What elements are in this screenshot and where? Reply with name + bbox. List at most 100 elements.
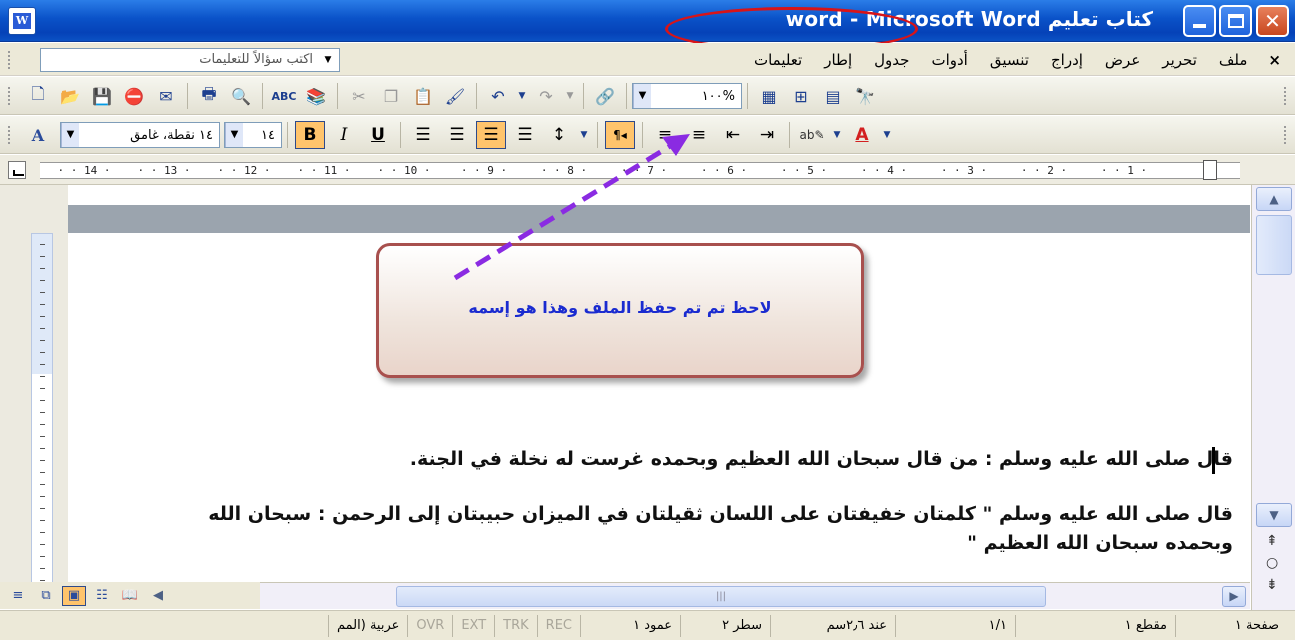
scroll-down-button[interactable]: ▼ (1256, 503, 1292, 527)
previous-page-icon[interactable]: ⇞ (1266, 533, 1278, 549)
chevron-down-icon[interactable]: ▼ (882, 122, 892, 148)
close-button[interactable]: ✕ (1256, 5, 1289, 37)
rtl-direction-icon[interactable]: ¶◂ (605, 121, 635, 149)
menu-tools[interactable]: أدوات (920, 51, 978, 69)
document-paragraph[interactable]: قال صلى الله عليه وسلم : من قال سبحان ال… (83, 445, 1233, 474)
justify-icon[interactable]: ☰ (510, 121, 540, 149)
vertical-scrollbar[interactable]: ▲ ▼ ⇞ ○ ⇟ (1251, 185, 1295, 610)
bullets-icon[interactable]: ≡ (684, 121, 714, 149)
redo-icon[interactable]: ↷ (533, 83, 559, 109)
status-trk[interactable]: TRK (494, 614, 537, 637)
menubar-grip[interactable] (8, 51, 11, 69)
new-document-icon[interactable]: 🗋 (25, 83, 51, 109)
highlight-icon[interactable]: ab✎ (797, 121, 827, 149)
chevron-down-icon[interactable]: ▼ (633, 84, 651, 108)
scroll-left-icon[interactable]: ◀ (146, 586, 170, 606)
next-page-icon[interactable]: ⇟ (1266, 577, 1278, 593)
open-folder-icon[interactable]: 📂 (57, 83, 83, 109)
find-icon[interactable]: 🔭 (852, 83, 878, 109)
print-icon[interactable]: 🖶 (196, 83, 222, 109)
toolbar-grip[interactable] (8, 87, 11, 105)
paste-icon[interactable]: 📋 (410, 83, 436, 109)
chevron-down-icon[interactable]: ▼ (321, 53, 335, 67)
menu-file[interactable]: ملف (1208, 51, 1259, 69)
style-combo[interactable]: ▼ ١٤ نقطة، غامق (60, 122, 220, 148)
minimize-button[interactable] (1183, 5, 1216, 37)
menu-frame[interactable]: إطار (813, 51, 863, 69)
align-left-icon[interactable]: ☰ (408, 121, 438, 149)
chevron-down-icon[interactable]: ▼ (579, 122, 589, 148)
outline-view-icon[interactable]: ☷ (90, 586, 114, 606)
close-document-button[interactable]: × (1262, 51, 1287, 69)
normal-view-icon[interactable]: ≡ (6, 586, 30, 606)
toolbar-options-grip[interactable] (1284, 126, 1287, 144)
undo-icon[interactable]: ↶ (485, 83, 511, 109)
toolbar-grip[interactable] (8, 126, 11, 144)
menu-format[interactable]: تنسيق (979, 51, 1040, 69)
research-icon[interactable]: 📚 (303, 83, 329, 109)
menu-insert[interactable]: إدراج (1040, 51, 1094, 69)
save-icon[interactable]: 💾 (89, 83, 115, 109)
menu-table[interactable]: جدول (863, 51, 920, 69)
chevron-down-icon[interactable]: ▼ (517, 83, 527, 109)
chevron-down-icon[interactable]: ▼ (61, 123, 79, 147)
menu-edit[interactable]: تحرير (1151, 51, 1208, 69)
permission-icon[interactable]: ⛔ (121, 83, 147, 109)
decrease-indent-icon[interactable]: ⇤ (718, 121, 748, 149)
status-ext[interactable]: EXT (452, 614, 494, 637)
help-question-box[interactable]: اكتب سؤالاً للتعليمات ▼ (40, 48, 340, 72)
hyperlink-icon[interactable]: 🔗 (592, 83, 618, 109)
status-language[interactable]: عربية (المم (328, 614, 407, 637)
styles-icon[interactable]: A (25, 122, 51, 148)
underline-button[interactable]: U (363, 121, 393, 149)
format-painter-icon[interactable]: 🖌 (442, 83, 468, 109)
toolbar-separator (642, 122, 643, 148)
menu-view[interactable]: عرض (1094, 51, 1151, 69)
vertical-ruler-tick (40, 244, 45, 245)
insert-excel-icon[interactable]: ▤ (820, 83, 846, 109)
web-layout-icon[interactable]: ⧉ (34, 586, 58, 606)
maximize-button[interactable] (1219, 5, 1252, 37)
numbering-icon[interactable]: ≡ (650, 121, 680, 149)
menu-help[interactable]: تعليمات (743, 51, 813, 69)
horizontal-scroll-thumb[interactable]: ||| (396, 586, 1046, 607)
line-spacing-icon[interactable]: ↕ (544, 121, 574, 149)
reading-layout-icon[interactable]: 📖 (118, 586, 142, 606)
chevron-down-icon[interactable]: ▼ (832, 122, 842, 148)
scroll-up-button[interactable]: ▲ (1256, 187, 1292, 211)
horizontal-scrollbar[interactable]: ||| ▶ (260, 582, 1250, 609)
status-ovr[interactable]: OVR (407, 614, 452, 637)
text-cursor (1212, 447, 1215, 474)
bold-button[interactable]: B (295, 121, 325, 149)
browse-object-icon[interactable]: ○ (1266, 555, 1278, 571)
copy-icon[interactable]: ❐ (378, 83, 404, 109)
toolbar-separator (583, 83, 584, 109)
ruler-tick-label: · · 5 · (780, 164, 828, 177)
email-icon[interactable]: ✉ (153, 83, 179, 109)
cut-icon[interactable]: ✂ (346, 83, 372, 109)
font-size-combo[interactable]: ▼ ١٤ (224, 122, 282, 148)
tab-selector-icon[interactable] (8, 161, 26, 179)
print-preview-icon[interactable]: 🔍 (228, 83, 254, 109)
ruler-tick-label: · · 10 · (377, 164, 431, 177)
font-color-icon[interactable]: A (847, 121, 877, 149)
vertical-ruler-tick (40, 388, 45, 389)
document-paragraph[interactable]: قال صلى الله عليه وسلم " كلمتان خفيفتان … (153, 500, 1233, 558)
indent-marker[interactable] (1203, 160, 1217, 180)
align-center-icon[interactable]: ☰ (442, 121, 472, 149)
increase-indent-icon[interactable]: ⇥ (752, 121, 782, 149)
italic-button[interactable]: I (329, 121, 359, 149)
align-right-icon[interactable]: ☰ (476, 121, 506, 149)
chevron-down-icon[interactable]: ▼ (565, 83, 575, 109)
insert-table-icon[interactable]: ⊞ (788, 83, 814, 109)
zoom-combo[interactable]: ▼ %١٠٠ (632, 83, 742, 109)
chevron-down-icon[interactable]: ▼ (225, 123, 243, 147)
scroll-right-button[interactable]: ▶ (1222, 586, 1246, 607)
vertical-scroll-thumb[interactable] (1256, 215, 1292, 275)
toolbar-options-grip[interactable] (1284, 87, 1287, 105)
print-layout-icon[interactable]: ▣ (62, 585, 86, 606)
status-rec[interactable]: REC (536, 614, 580, 637)
tables-borders-icon[interactable]: ▦ (756, 83, 782, 109)
word-app-icon[interactable]: W (8, 7, 36, 35)
spelling-icon[interactable]: ABC (271, 83, 297, 109)
